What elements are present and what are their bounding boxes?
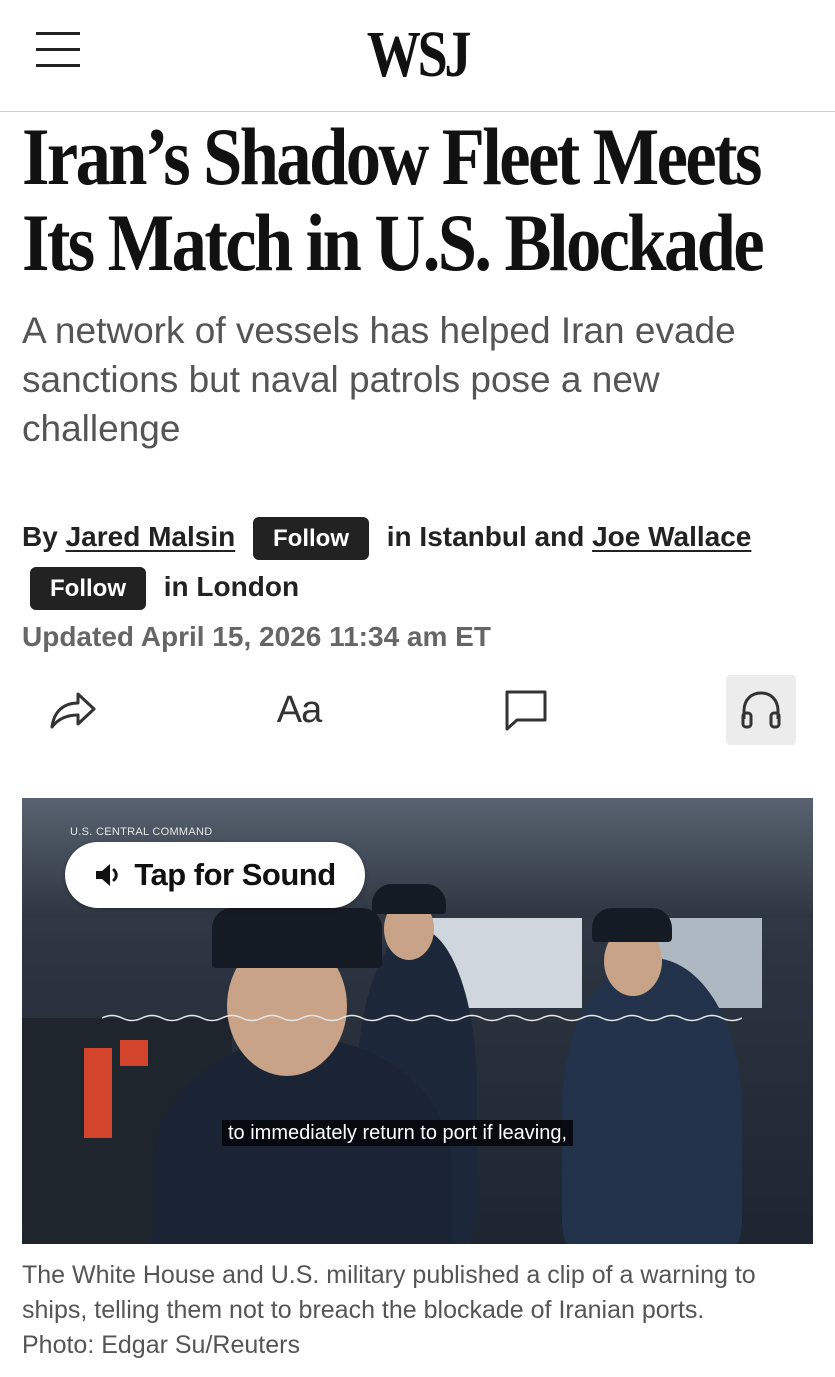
headphones-icon[interactable] [726,675,796,745]
headphones-glyph [741,691,781,729]
photo-credit: Photo: Edgar Su/Reuters [22,1331,300,1359]
comment-bubble-glyph [505,690,547,731]
speaker-icon [96,864,119,886]
top-navigation-bar: WSJ [0,0,835,112]
video-subtitle: to immediately return to port if leaving… [222,1120,574,1146]
byline: By Jared Malsin Follow in Istanbul and J… [22,512,822,612]
byline-prefix: By [22,521,58,552]
video-scene-placard [84,1048,112,1138]
video-scene-sailor [562,958,742,1244]
video-scene-officer-cap [212,908,382,968]
updated-timestamp: Updated April 15, 2026 11:34 am ET [22,621,491,652]
share-arrow-glyph [50,692,96,729]
comment-icon[interactable] [491,675,561,745]
text-size-button[interactable]: Aa [264,675,334,745]
tap-for-sound-button[interactable]: Tap for Sound [65,842,365,908]
article-dek: A network of vessels has helped Iran eva… [22,310,736,449]
media-caption: The White House and U.S. military publis… [22,1258,817,1363]
byline-second-line: Follow in London [22,562,822,612]
audio-waveform [102,1014,742,1022]
author-link-jared-malsin[interactable]: Jared Malsin [66,521,236,552]
tap-for-sound-label: Tap for Sound [134,857,336,892]
article-toolbar: Aa [0,675,835,747]
video-scene-placard [120,1040,148,1066]
wsj-logo[interactable]: WSJ [75,20,760,90]
video-player[interactable]: U.S. CENTRAL COMMAND Tap for Sound to im… [22,798,813,1244]
video-scene-sailor-cap [592,908,672,942]
follow-button-jared-malsin[interactable]: Follow [253,517,369,561]
byline-location-1: in Istanbul and [386,521,585,552]
video-source-tag: U.S. CENTRAL COMMAND [70,826,213,838]
follow-button-joe-wallace[interactable]: Follow [30,567,146,611]
article-headline: Iran’s Shadow Fleet Meets Its Match in U… [22,111,765,288]
byline-location-2: in London [163,571,300,602]
author-link-joe-wallace[interactable]: Joe Wallace [592,521,751,552]
share-icon[interactable] [38,675,108,745]
media-caption-text: The White House and U.S. military publis… [22,1261,756,1324]
video-scene-sailor-cap [372,884,446,914]
